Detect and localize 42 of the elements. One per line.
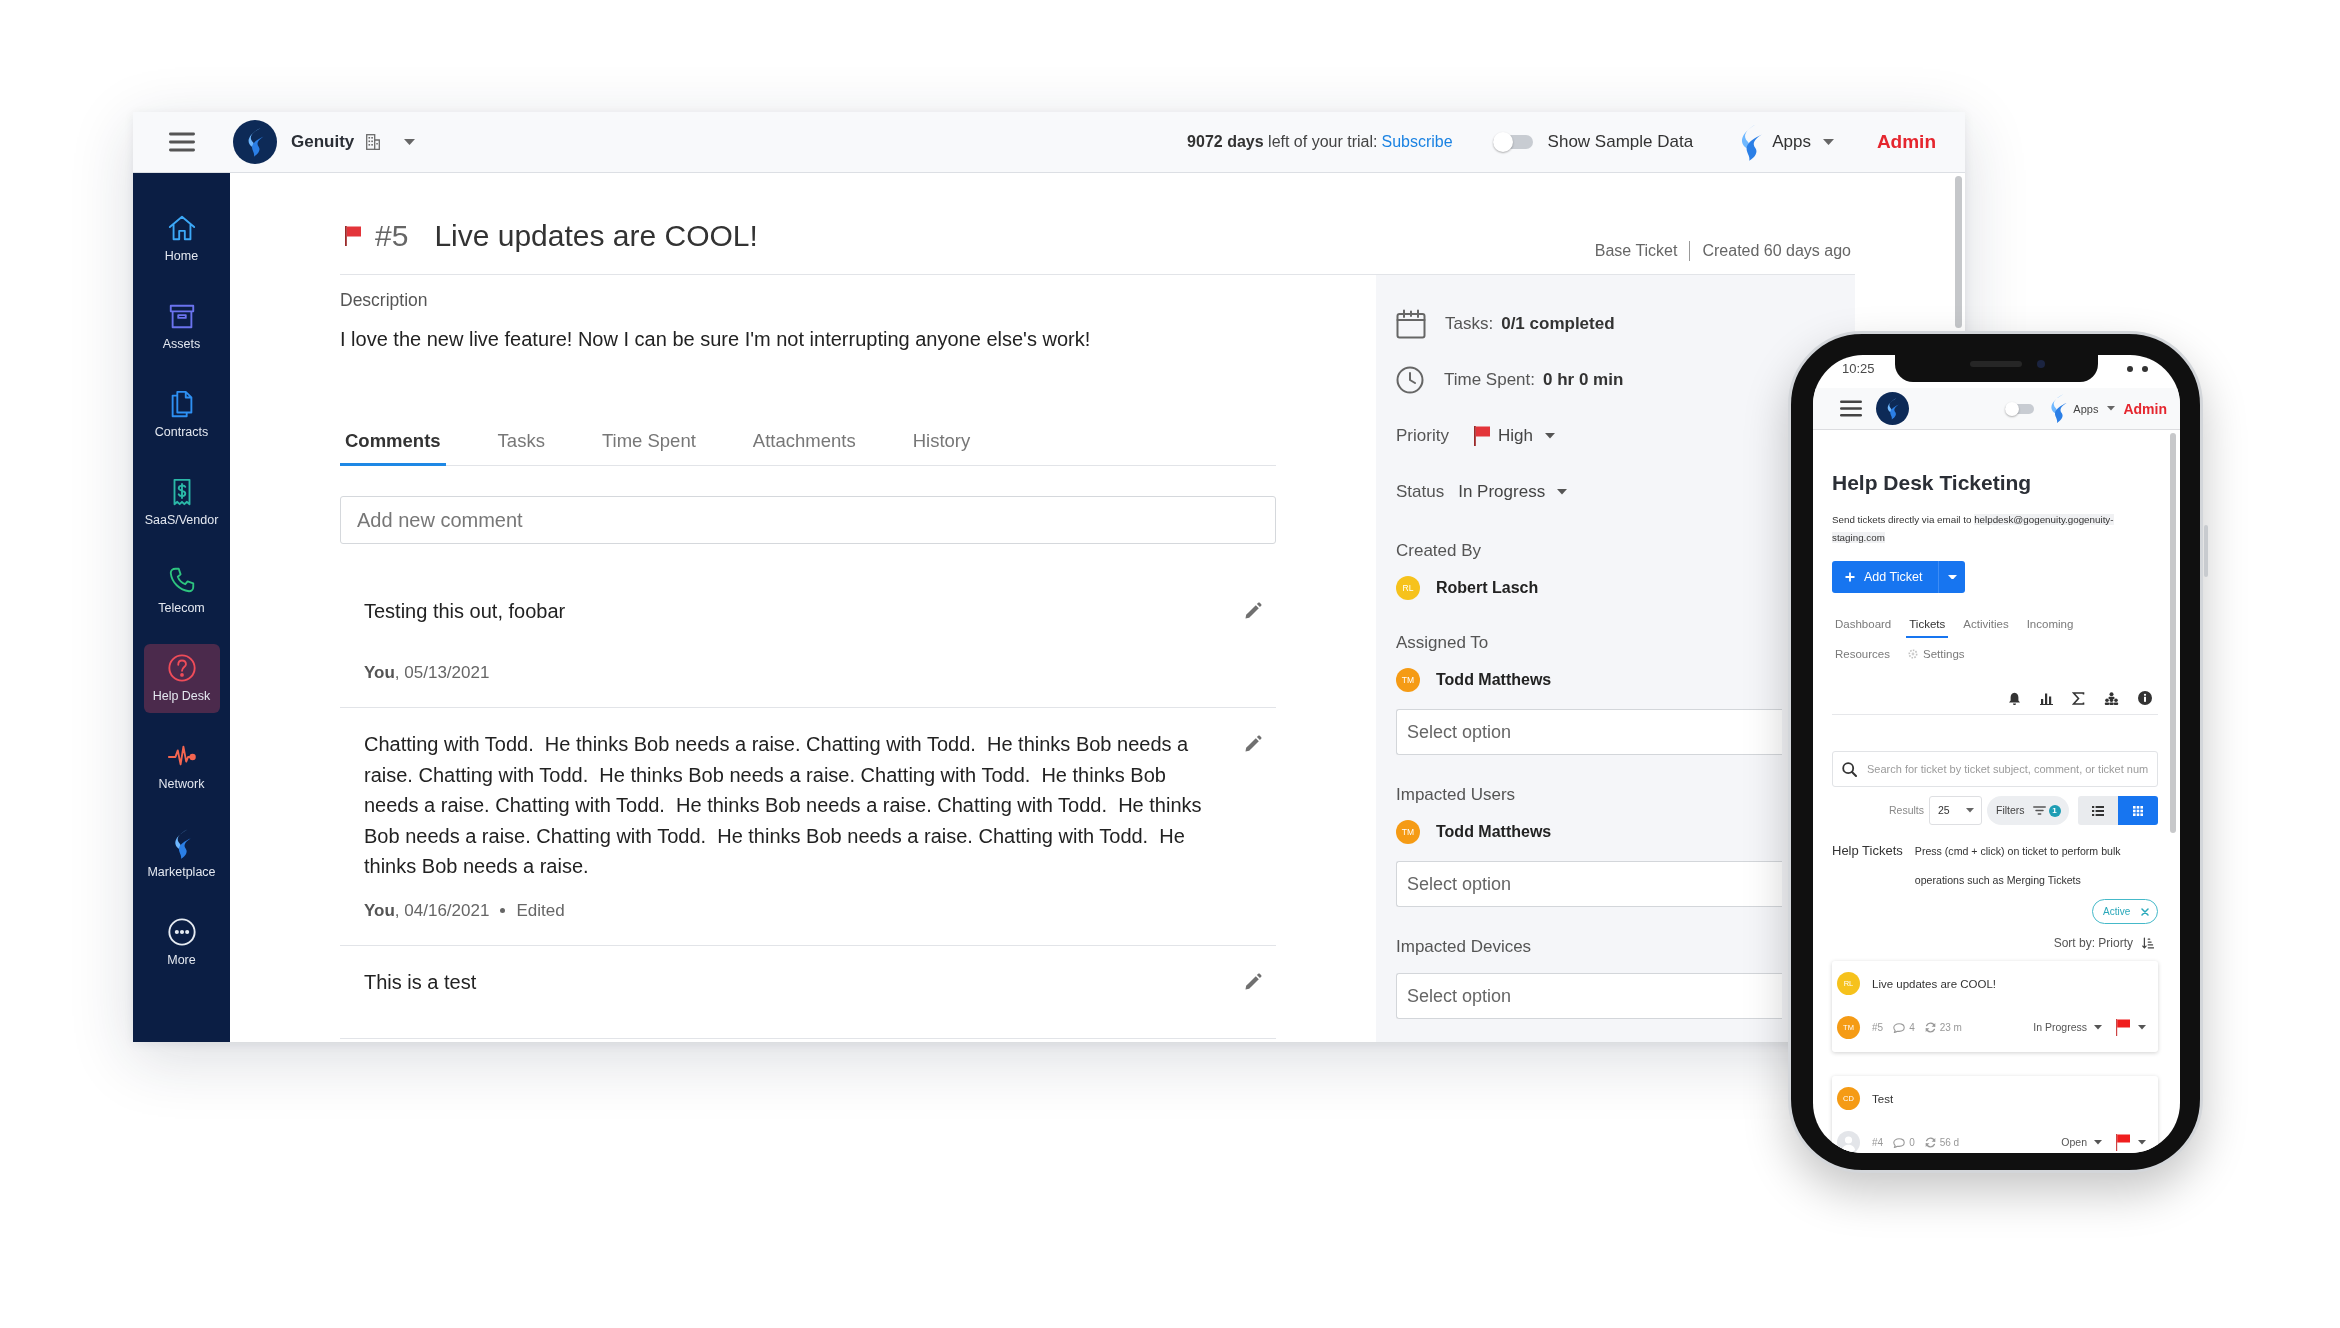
person-name: Todd Matthews (1436, 822, 1552, 842)
page-title: Help Desk Ticketing (1832, 470, 2033, 496)
priority-label: Priority (1396, 425, 1449, 448)
comment-meta: You, 04/16/2021 (364, 899, 490, 922)
filter-count-badge: 1 (2048, 804, 2061, 817)
avatar: RL (1396, 576, 1420, 600)
edited-label: Edited (516, 899, 565, 922)
tasks-label: Tasks: (1445, 313, 1494, 336)
created-date: Created 60 days ago (1689, 241, 1851, 261)
field-label: Impacted Users (1396, 784, 1517, 806)
time-spent-value: 0 hr 0 min (1543, 369, 1624, 392)
time-spent-label: Time Spent: (1444, 369, 1536, 392)
results-label: Results (1889, 802, 1924, 818)
avatar: TM (1396, 668, 1420, 692)
ticket-number: #5 (375, 218, 409, 254)
comment-text: This is a test (364, 969, 478, 995)
avatar: TM (1396, 820, 1420, 844)
field-label: Impacted Devices (1396, 936, 1533, 958)
ticket-number: #4 (1872, 1136, 1884, 1150)
hint-text: Press (cmd + click) on ticket to perform bulk operations such as Merging Tickets (1914, 844, 2122, 888)
trial-notice: 9072 days left of your trial: Subscribe (1187, 132, 1453, 152)
comment-count: 0 (1909, 1136, 1915, 1150)
section-heading: Help Tickets (1832, 842, 1903, 860)
description-label: Description (340, 289, 429, 311)
comment-text: Chatting with Todd. He thinks Bob needs a raise. Chatting with Todd. He thinks Bob needs a raise. Chatting with Todd. He thinks Bob needs a raise. Chatting with Todd. He thinks Bob needs a raise. Chatting with Todd. He thinks Bob needs a raise. Chatting with Todd. He thinks Bob needs a raise. Chatting with Todd. He thinks Bob needs a raise. Chatting with Todd. He thinks Bob needs a raise. (364, 732, 1203, 879)
tasks-value: 0/1 completed (1501, 313, 1615, 336)
clock-time: 10:25 (1842, 360, 1875, 377)
ticket-type: Base Ticket (1594, 241, 1678, 261)
updated-time: 56 d (1939, 1136, 1960, 1150)
comment-meta: You, 05/13/2021 (364, 662, 490, 684)
updated-time: 23 m (1939, 1021, 1962, 1035)
person-name: Robert Lasch (1436, 578, 1539, 598)
description-text: I love the new live feature! Now I can be sure I'm not interrupting anyone else's work! (340, 327, 1092, 352)
status-label: Status (1396, 481, 1445, 504)
person-name: Todd Matthews (1436, 670, 1552, 690)
field-label: Created By (1396, 540, 1483, 562)
sample-data-label: Show Sample Data (1547, 131, 1694, 154)
comment-count: 4 (1909, 1021, 1915, 1035)
ticket-number: #5 (1872, 1021, 1884, 1035)
email-note: Send tickets directly via email to (1832, 514, 1972, 525)
ticket-title: Live updates are COOL! (434, 218, 758, 254)
comment-text: Testing this out, foobar (364, 599, 567, 624)
